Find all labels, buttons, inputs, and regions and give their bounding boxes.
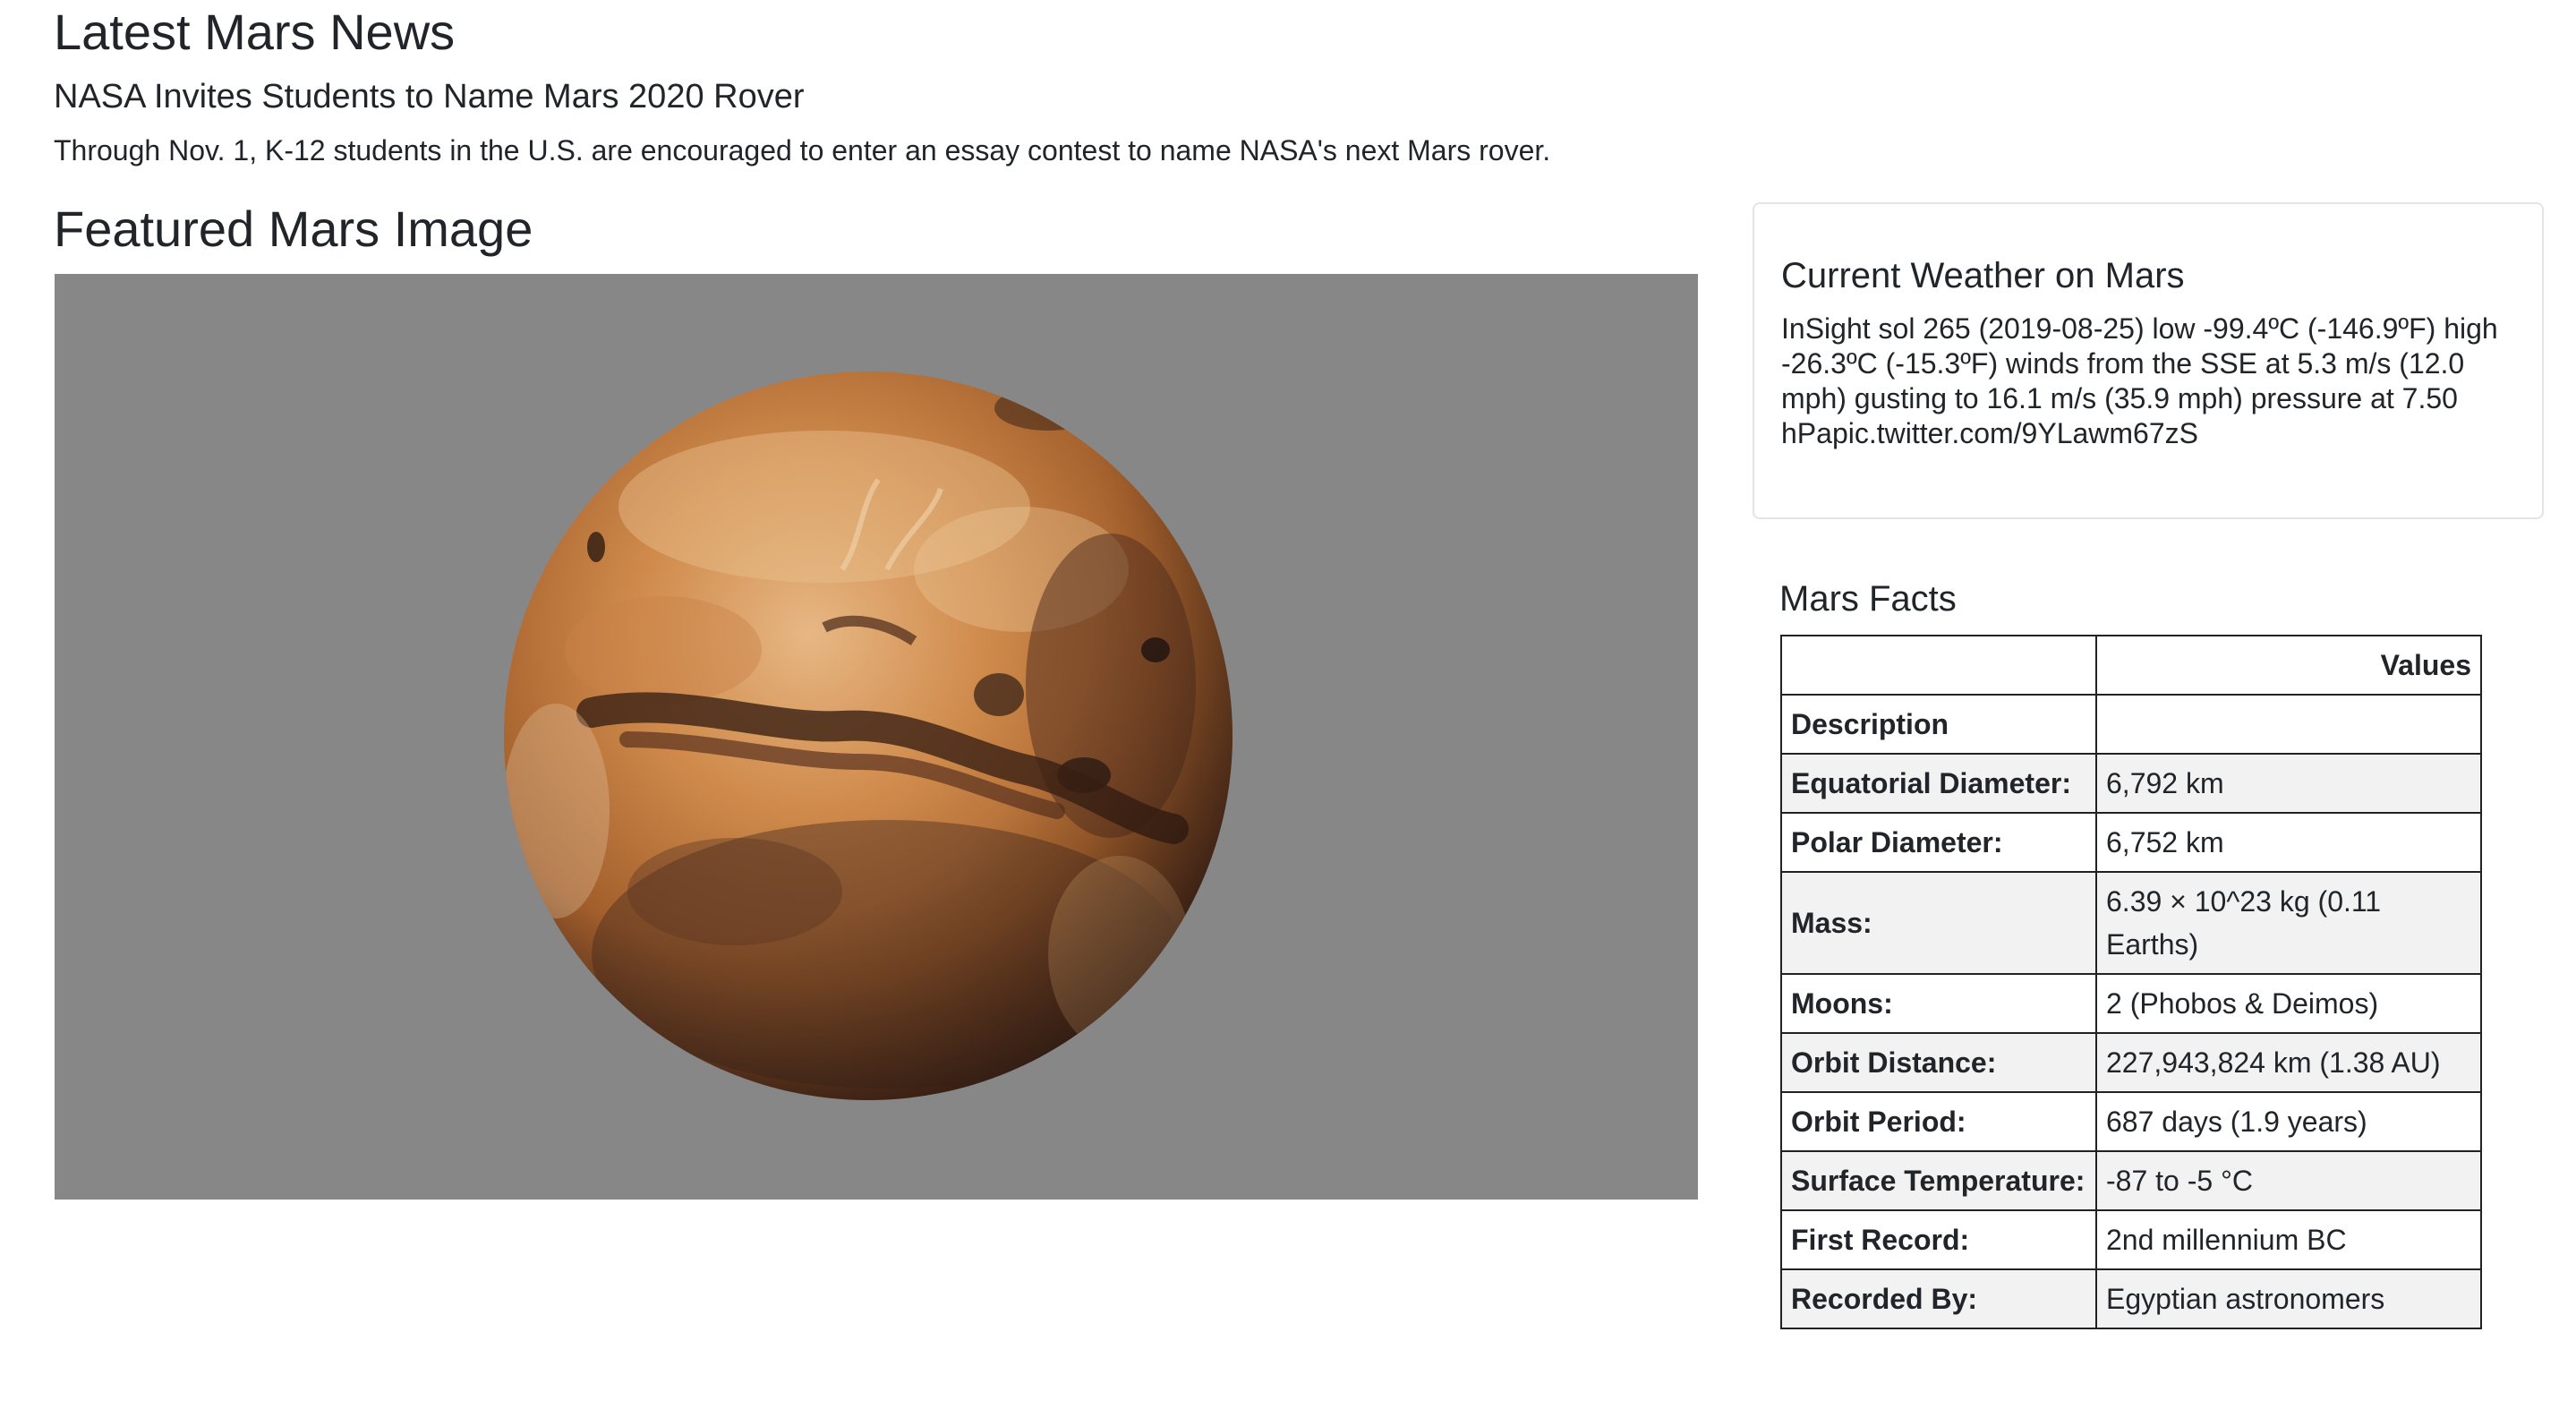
table-row: Recorded By: Egyptian astronomers	[1780, 1268, 2482, 1329]
fact-value: Egyptian astronomers	[2095, 1268, 2482, 1329]
fact-value: 227,943,824 km (1.38 AU)	[2095, 1032, 2482, 1093]
fact-label: Equatorial Diameter:	[1780, 753, 2097, 814]
fact-value: 2nd millennium BC	[2095, 1209, 2482, 1270]
table-row: First Record: 2nd millennium BC	[1780, 1209, 2482, 1270]
fact-label: Orbit Distance:	[1780, 1032, 2097, 1093]
description-row: Description	[1780, 694, 2482, 755]
mars-facts-table: Values Description Equatorial Diameter: …	[1780, 635, 2482, 1329]
table-row: Polar Diameter: 6,752 km	[1780, 812, 2482, 873]
table-row: Surface Temperature: -87 to -5 °C	[1780, 1150, 2482, 1211]
fact-value: 6,752 km	[2095, 812, 2482, 873]
featured-mars-image[interactable]	[55, 274, 1698, 1200]
header-blank-cell	[1780, 635, 2097, 696]
fact-value: -87 to -5 °C	[2095, 1150, 2482, 1211]
fact-label: Polar Diameter:	[1780, 812, 2097, 873]
news-title[interactable]: NASA Invites Students to Name Mars 2020 …	[54, 75, 805, 118]
news-teaser: Through Nov. 1, K-12 students in the U.S…	[54, 134, 1551, 167]
fact-label: Mass:	[1780, 871, 2097, 975]
mars-planet-image	[504, 371, 1233, 1100]
description-label: Description	[1780, 694, 2097, 755]
mars-facts-heading: Mars Facts	[1779, 579, 1957, 619]
fact-value: 6.39 × 10^23 kg (0.11 Earths)	[2095, 871, 2482, 975]
table-row: Mass: 6.39 × 10^23 kg (0.11 Earths)	[1780, 871, 2482, 975]
table-row: Moons: 2 (Phobos & Deimos)	[1780, 973, 2482, 1034]
fact-value: 6,792 km	[2095, 753, 2482, 814]
table-header-row: Values	[1780, 635, 2482, 696]
featured-image-heading: Featured Mars Image	[54, 201, 533, 257]
header-values: Values	[2095, 635, 2482, 696]
fact-label: Orbit Period:	[1780, 1091, 2097, 1152]
description-value	[2095, 694, 2482, 755]
weather-title: Current Weather on Mars	[1781, 256, 2185, 295]
latest-news-heading: Latest Mars News	[54, 4, 456, 60]
table-row: Orbit Period: 687 days (1.9 years)	[1780, 1091, 2482, 1152]
fact-label: First Record:	[1780, 1209, 2097, 1270]
fact-value: 687 days (1.9 years)	[2095, 1091, 2482, 1152]
fact-label: Surface Temperature:	[1780, 1150, 2097, 1211]
fact-value: 2 (Phobos & Deimos)	[2095, 973, 2482, 1034]
fact-label: Moons:	[1780, 973, 2097, 1034]
weather-card: Current Weather on Mars InSight sol 265 …	[1753, 202, 2544, 519]
table-row: Equatorial Diameter: 6,792 km	[1780, 753, 2482, 814]
weather-report: InSight sol 265 (2019-08-25) low -99.4ºC…	[1781, 312, 2498, 449]
fact-label: Recorded By:	[1780, 1268, 2097, 1329]
table-row: Orbit Distance: 227,943,824 km (1.38 AU)	[1780, 1032, 2482, 1093]
